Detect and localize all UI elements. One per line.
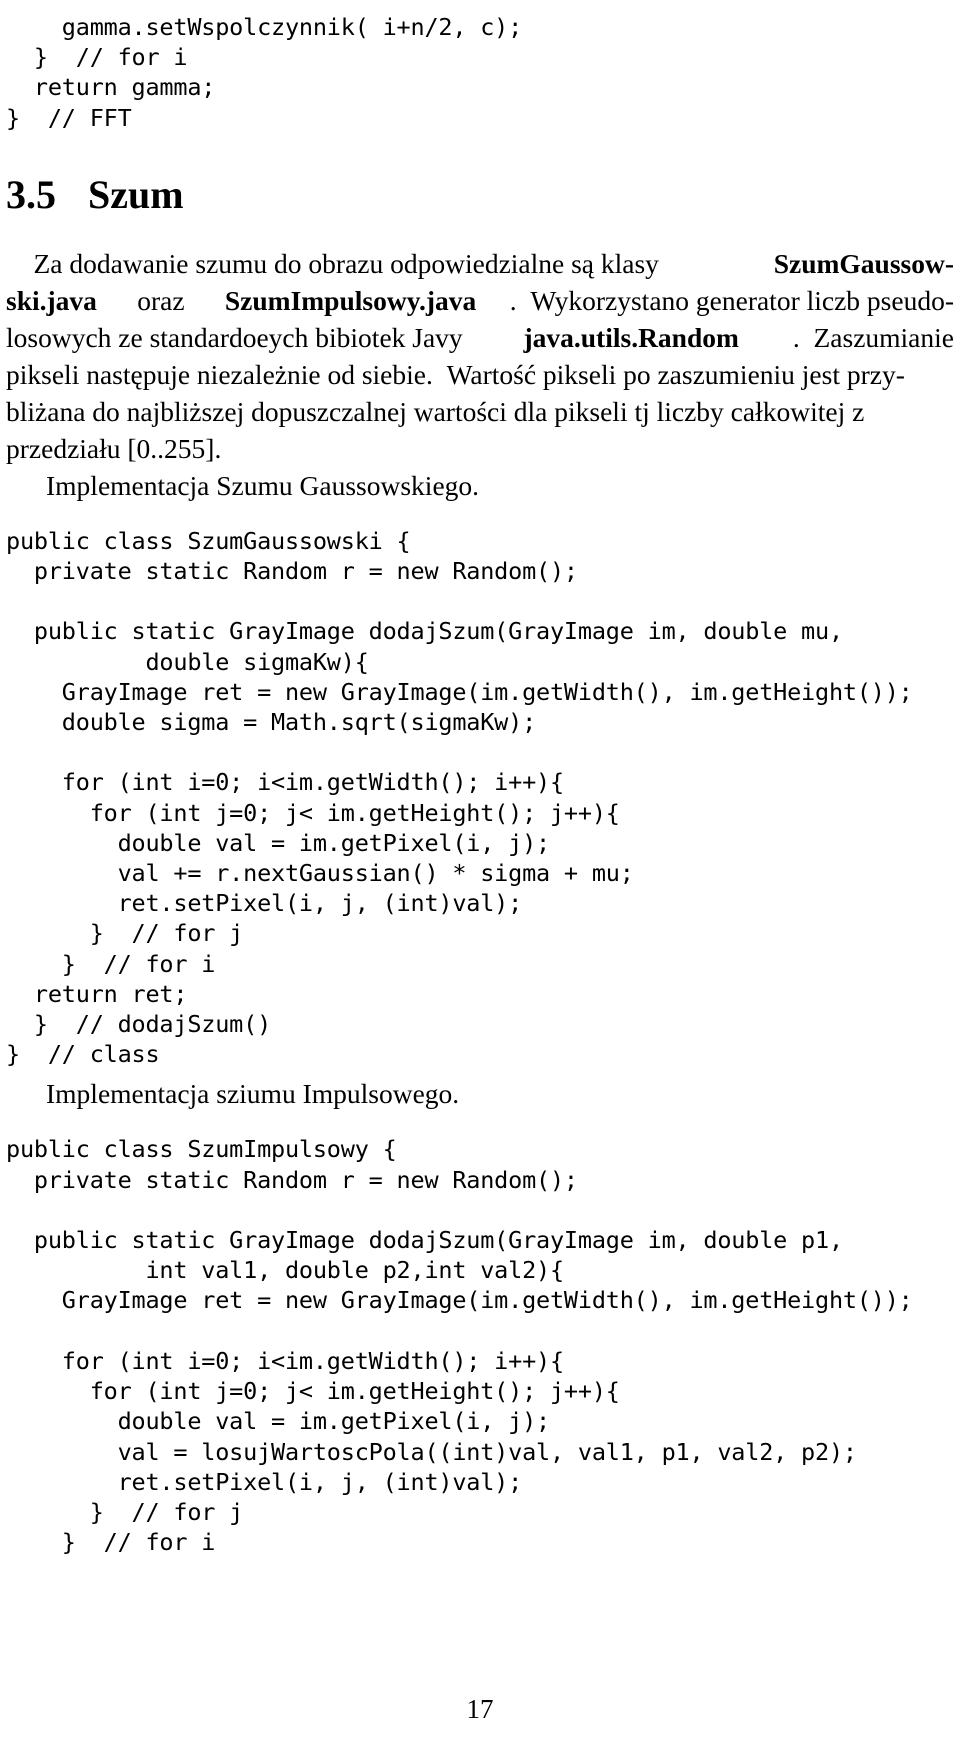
text-run: oraz <box>130 284 192 316</box>
text-run-bold: ski.java <box>6 284 97 316</box>
section-heading: 3.5 Szum <box>6 171 954 219</box>
code-line: } // for j <box>6 919 244 948</box>
code-line: double sigmaKw){ <box>6 647 369 676</box>
code-line: public class SzumGaussowski { <box>6 526 411 555</box>
code-line: } // for j <box>6 1497 244 1526</box>
code-block-szum-impulsowy: public class SzumImpulsowy { private sta… <box>6 1134 954 1557</box>
code-line: } // for i <box>6 43 188 72</box>
text-run: losowych ze standardoeych bibiotek Javy <box>6 321 470 353</box>
code-line: } // for i <box>6 1528 216 1557</box>
code-line: double val = im.getPixel(i, j); <box>6 828 551 857</box>
code-line: } // class <box>6 1040 160 1069</box>
code-line: private static Random r = new Random(); <box>6 1165 578 1194</box>
code-line: private static Random r = new Random(); <box>6 557 578 586</box>
code-line: for (int i=0; i<im.getWidth(); i++){ <box>6 768 564 797</box>
code-line: GrayImage ret = new GrayImage(im.getWidt… <box>6 1286 913 1315</box>
code-line: for (int i=0; i<im.getWidth(); i++){ <box>6 1346 564 1375</box>
text-run: bliżana do najbliższej dopuszczalnej war… <box>6 395 865 427</box>
page-number: 17 <box>466 1694 494 1724</box>
text-run-bold: java.utils.Random <box>523 321 739 353</box>
code-line: public static GrayImage dodajSzum(GrayIm… <box>6 1226 843 1255</box>
text-run: Za dodawanie szumu do obrazu odpowiedzia… <box>6 247 666 279</box>
code-line: for (int j=0; j< im.getHeight(); j++){ <box>6 798 620 827</box>
section-number: 3.5 <box>6 171 56 217</box>
text-run-bold: SzumGaussow- <box>773 247 954 279</box>
paragraph-line: pikseli następuje niezależnie od siebie.… <box>6 356 954 393</box>
code-block-fft-tail: gamma.setWspolczynnik( i+n/2, c); } // f… <box>6 12 954 133</box>
code-block-szum-gaussowski: public class SzumGaussowski { private st… <box>6 526 954 1070</box>
code-line: val = losujWartoscPola((int)val, val1, p… <box>6 1437 857 1466</box>
text-run: przedziału [0..255]. <box>6 432 222 464</box>
text-run-bold: SzumImpulsowy.java <box>224 284 477 316</box>
code-line: GrayImage ret = new GrayImage(im.getWidt… <box>6 677 913 706</box>
paragraph-line: przedziału [0..255]. <box>6 430 954 467</box>
code-line: } // FFT <box>6 103 132 132</box>
code-line: } // dodajSzum() <box>6 1010 272 1039</box>
code-line: ret.setPixel(i, j, (int)val); <box>6 889 523 918</box>
paragraph-line: ski.java oraz SzumImpulsowy.java . Wykorz… <box>6 282 954 319</box>
text-run: pikseli następuje niezależnie od siebie.… <box>6 358 905 390</box>
code-line: ret.setPixel(i, j, (int)val); <box>6 1467 523 1496</box>
document-page: gamma.setWspolczynnik( i+n/2, c); } // f… <box>0 0 960 1743</box>
paragraph-szum-intro: Za dodawanie szumu do obrazu odpowiedzia… <box>6 245 954 467</box>
code-line: val += r.nextGaussian() * sigma + mu; <box>6 859 634 888</box>
text-run: . Wykorzystano generator liczb pseudo- <box>509 284 954 316</box>
paragraph-line: losowych ze standardoeych bibiotek Javy … <box>6 319 954 356</box>
code-line: double val = im.getPixel(i, j); <box>6 1407 551 1436</box>
code-line: int val1, double p2,int val2){ <box>6 1256 564 1285</box>
paragraph-line: bliżana do najbliższej dopuszczalnej war… <box>6 393 954 430</box>
code-line: public class SzumImpulsowy { <box>6 1135 397 1164</box>
code-line: return gamma; <box>6 73 216 102</box>
code-line: return ret; <box>6 979 188 1008</box>
code-line: public static GrayImage dodajSzum(GrayIm… <box>6 617 843 646</box>
text-run: . Zaszumianie <box>792 321 954 353</box>
code-line: for (int j=0; j< im.getHeight(); j++){ <box>6 1377 620 1406</box>
code-line: double sigma = Math.sqrt(sigmaKw); <box>6 708 537 737</box>
code-line: gamma.setWspolczynnik( i+n/2, c); <box>6 13 523 41</box>
section-title: Szum <box>88 171 184 217</box>
code-line: } // for i <box>6 949 216 978</box>
caption-gaussian-implementation: Implementacja Szumu Gaussowskiego. <box>46 469 480 501</box>
caption-impulse-implementation: Implementacja sziumu Impulsowego. <box>46 1078 460 1110</box>
paragraph-line: Za dodawanie szumu do obrazu odpowiedzia… <box>6 245 955 282</box>
